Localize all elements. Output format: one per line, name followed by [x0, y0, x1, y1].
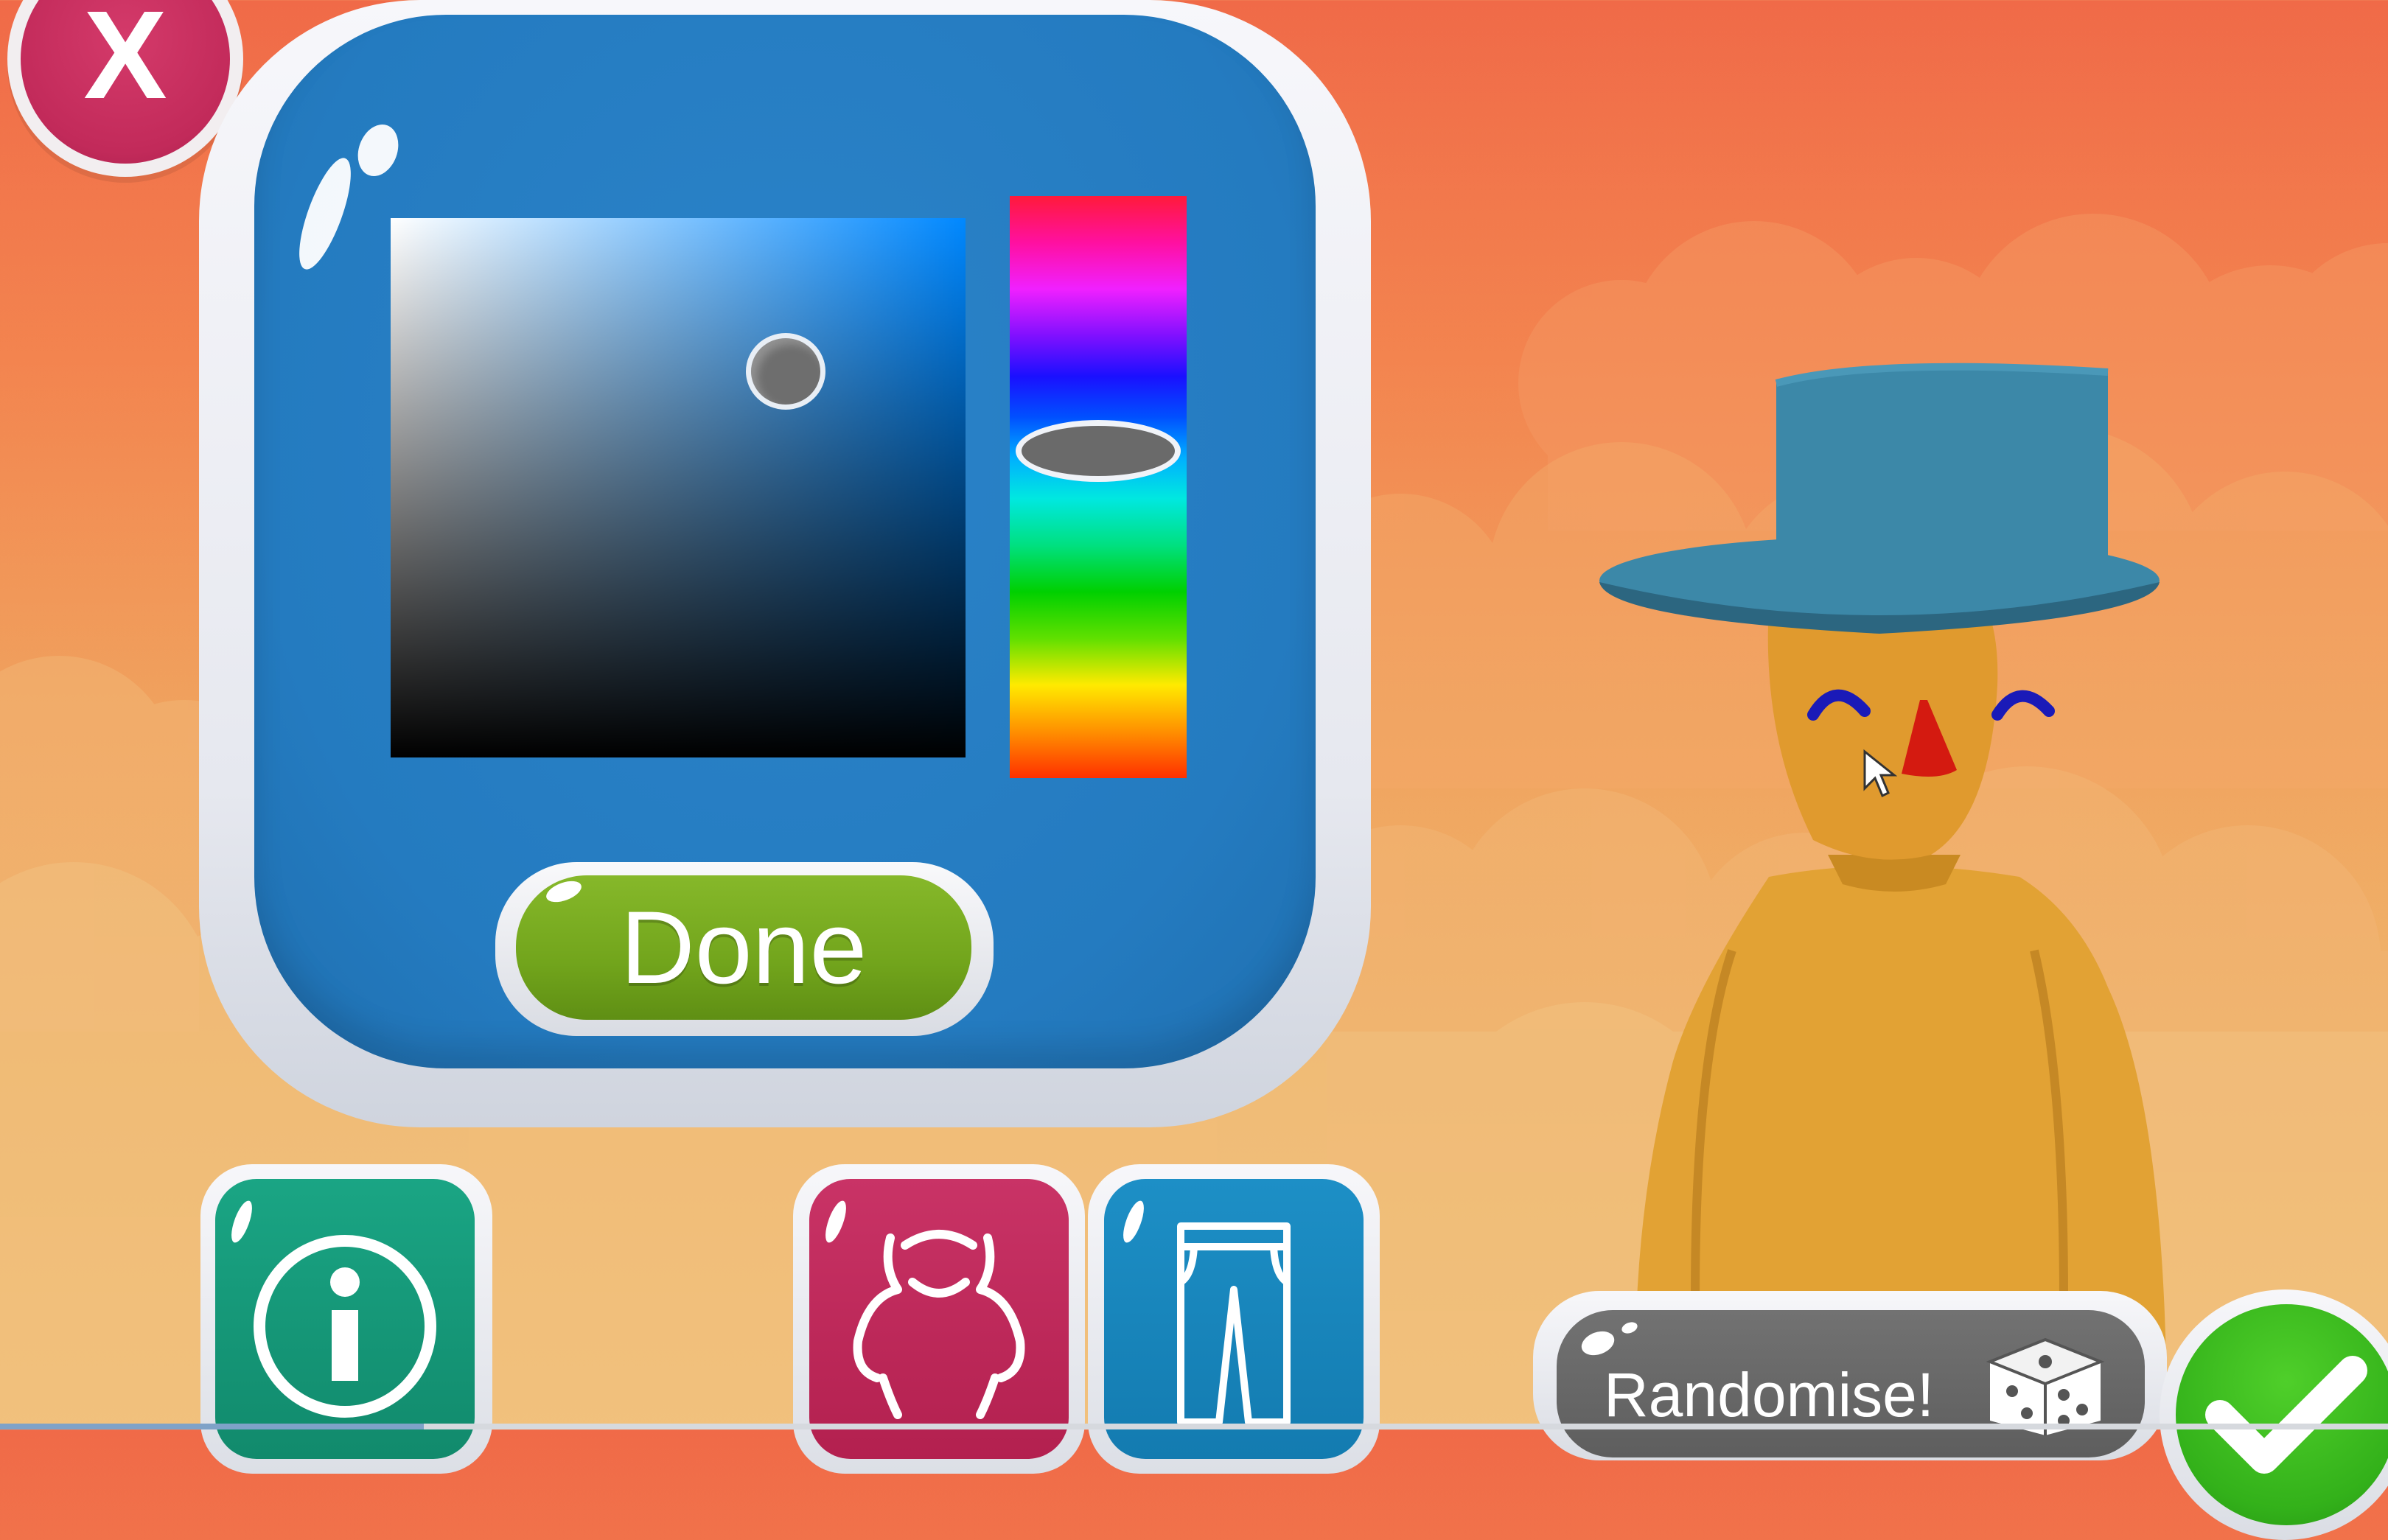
- dice-icon: [1986, 1337, 2105, 1435]
- scrollbar-thumb[interactable]: [0, 1424, 424, 1429]
- checkmark-icon: [2205, 1356, 2367, 1474]
- torso-icon: [853, 1230, 1025, 1419]
- saturation-brightness-handle[interactable]: [746, 333, 825, 410]
- hue-slider-handle[interactable]: [1016, 420, 1181, 482]
- confirm-button[interactable]: [2176, 1304, 2388, 1525]
- close-button[interactable]: X: [7, 0, 243, 177]
- info-icon: [254, 1235, 436, 1418]
- hue-slider[interactable]: [1010, 196, 1187, 778]
- character-preview: [1599, 363, 2167, 1429]
- legs-category-button[interactable]: [1104, 1179, 1364, 1459]
- saturation-brightness-square[interactable]: [391, 218, 966, 757]
- trousers-icon: [1177, 1222, 1291, 1426]
- info-button[interactable]: [215, 1179, 475, 1459]
- close-icon: X: [83, 0, 167, 125]
- body-category-button[interactable]: [809, 1179, 1069, 1459]
- done-button[interactable]: Done: [516, 875, 971, 1020]
